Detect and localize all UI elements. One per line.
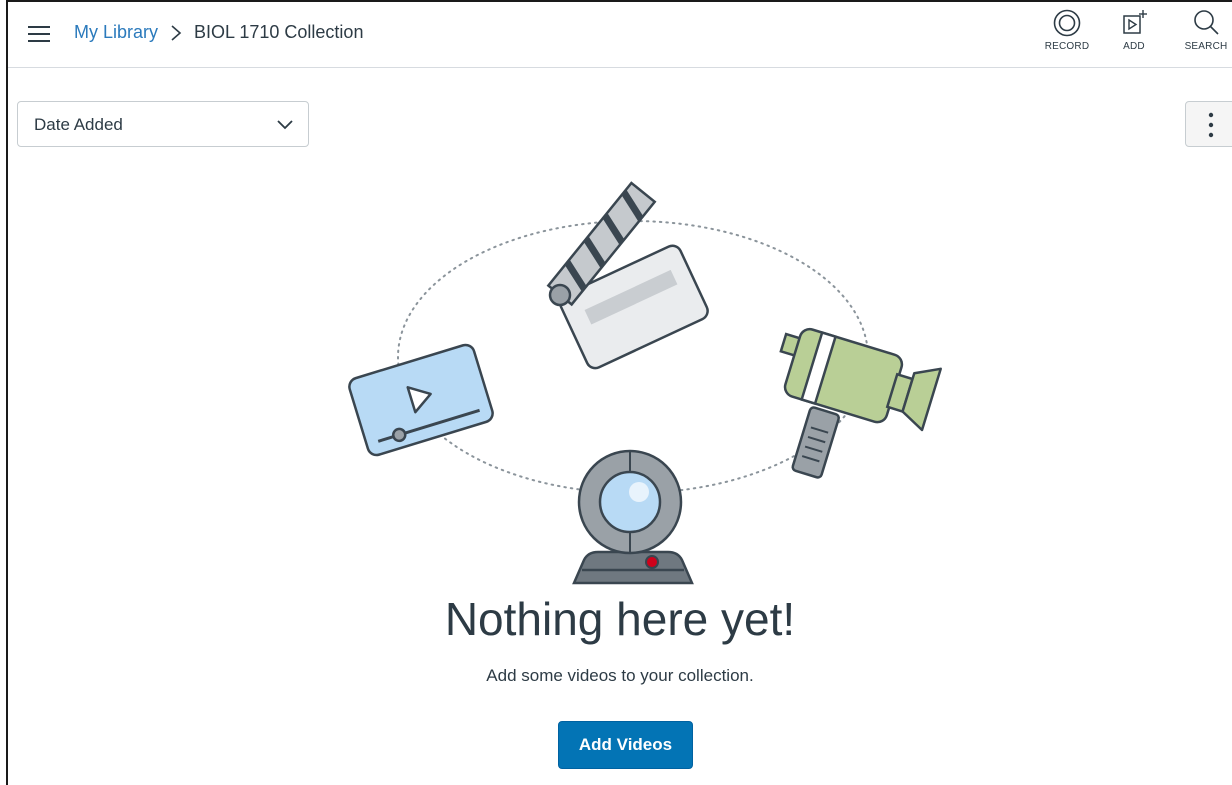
sort-dropdown[interactable]: Date Added: [17, 101, 309, 147]
video-player-icon: [348, 343, 494, 457]
search-icon: [1194, 10, 1219, 35]
record-label: RECORD: [1044, 41, 1090, 52]
add-media-button[interactable]: ADD: [1104, 8, 1164, 64]
hamburger-menu-icon[interactable]: [28, 24, 52, 44]
empty-state-title: Nothing here yet!: [444, 593, 796, 645]
sort-selected-value: Date Added: [34, 115, 123, 134]
chevron-down-icon: [276, 118, 294, 136]
more-options-button[interactable]: [1185, 101, 1232, 147]
breadcrumb: My Library BIOL 1710 Collection: [74, 22, 363, 43]
breadcrumb-current-page: BIOL 1710 Collection: [194, 22, 364, 42]
add-label: ADD: [1123, 41, 1145, 52]
breadcrumb-my-library-link[interactable]: My Library: [74, 22, 158, 43]
clapperboard-icon: [546, 181, 709, 370]
record-icon: [1053, 9, 1081, 37]
empty-state-subtitle: Add some videos to your collection.: [486, 666, 754, 685]
chevron-right-icon: [170, 24, 182, 42]
empty-collection-illustration: [348, 181, 942, 585]
add-videos-button[interactable]: Add Videos: [558, 721, 693, 769]
webcam-icon: [572, 449, 694, 585]
search-label: SEARCH: [1184, 41, 1228, 52]
search-button[interactable]: SEARCH: [1176, 8, 1232, 64]
app-frame: My Library BIOL 1710 Collection RECORD A…: [6, 0, 1232, 785]
record-button[interactable]: RECORD: [1037, 8, 1097, 64]
kebab-menu-icon: [1208, 112, 1214, 138]
add-media-icon: [1123, 10, 1147, 34]
top-navigation-bar: My Library BIOL 1710 Collection RECORD A…: [8, 2, 1232, 68]
video-camera-icon: [779, 327, 942, 479]
